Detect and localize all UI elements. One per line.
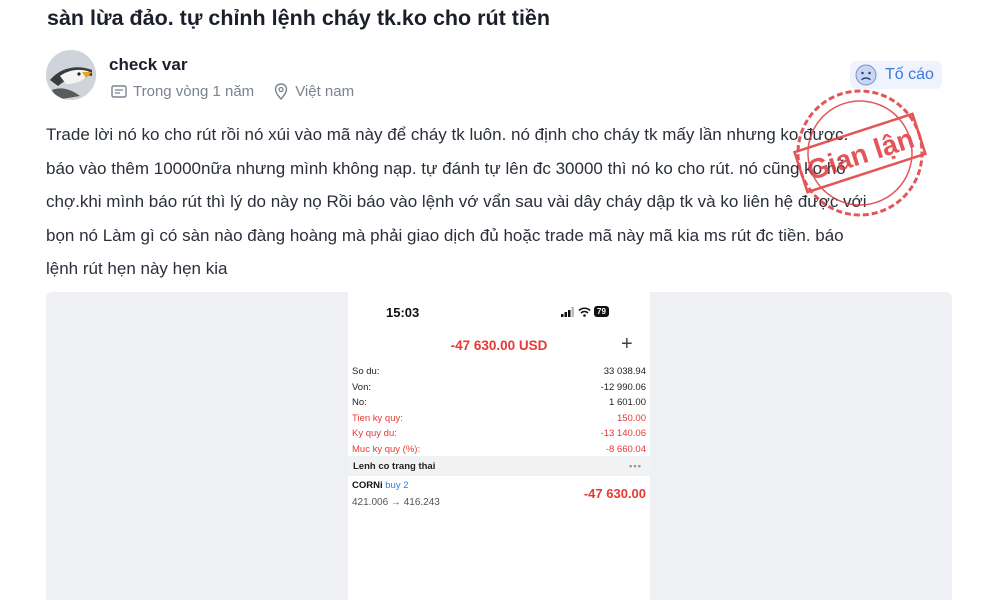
summary-row: Tien ky quy: 150.00 bbox=[352, 412, 646, 424]
account-balance: -47 630.00 USD bbox=[450, 338, 548, 353]
signal-icon bbox=[561, 306, 574, 317]
eagle-avatar-icon bbox=[46, 50, 96, 100]
status-icons: 79 bbox=[561, 306, 609, 317]
wifi-icon bbox=[578, 306, 591, 317]
position-symbol: CORNi buy 2 bbox=[352, 480, 409, 491]
position-profit: -47 630.00 bbox=[583, 486, 646, 501]
summary-row: Von: -12 990.06 bbox=[352, 381, 646, 393]
post-time: Trong vòng 1 năm bbox=[110, 82, 254, 100]
post-time-text: Trong vòng 1 năm bbox=[133, 82, 255, 100]
summary-row: Ky quy du: -13 140.06 bbox=[352, 428, 646, 439]
position-side: buy 2 bbox=[385, 480, 409, 491]
positions-header: Lenh co trang thai ••• bbox=[348, 456, 650, 476]
post-body-line: lệnh rút hẹn này hẹn kia bbox=[46, 259, 228, 278]
post-body-line: bọn nó Làm gì có sàn nào đàng hoàng mà p… bbox=[46, 225, 844, 245]
attached-image[interactable]: 15:03 79 -47 630.00 USD + So du: 33 038.9… bbox=[46, 292, 952, 600]
post-body-line: chợ.khi mình báo rút thì lý do này nọ Rồ… bbox=[46, 192, 867, 211]
battery-icon: 79 bbox=[594, 306, 609, 317]
positions-header-label: Lenh co trang thai bbox=[353, 460, 436, 472]
post-location-text: Việt nam bbox=[295, 82, 355, 100]
plus-icon: + bbox=[621, 333, 633, 355]
summary-row: No: 1 601.00 bbox=[352, 397, 646, 408]
author-name[interactable]: check var bbox=[109, 55, 187, 75]
post-body: Trade lời nó ko cho rút rồi nó xúi vào m… bbox=[46, 118, 926, 286]
post-location: Việt nam bbox=[272, 82, 354, 100]
sad-face-icon bbox=[854, 63, 878, 87]
post-body-line: Trade lời nó ko cho rút rồi nó xúi vào m… bbox=[46, 125, 849, 144]
author-avatar[interactable] bbox=[46, 50, 96, 100]
summary-row: Muc ky quy (%): -8 660.04 bbox=[352, 443, 646, 455]
post-title: sàn lừa đảo. tự chỉnh lệnh cháy tk.ko ch… bbox=[47, 6, 551, 30]
location-pin-icon bbox=[272, 82, 290, 100]
calendar-icon bbox=[110, 82, 128, 100]
position-prices: 421.006 → 416.243 bbox=[352, 497, 440, 508]
more-dots-icon: ••• bbox=[629, 460, 642, 472]
post-body-line: báo vào thêm 10000nữa nhưng mình không n… bbox=[46, 158, 846, 178]
post-meta: Trong vòng 1 năm Việt nam bbox=[110, 82, 372, 100]
position-symbol-name: CORNi bbox=[352, 480, 383, 491]
account-summary: So du: 33 038.94 Von: -12 990.06 No: 1 601.… bbox=[352, 364, 646, 457]
trading-app-screenshot: 15:03 79 -47 630.00 USD + So du: 33 038.9… bbox=[348, 292, 650, 600]
status-time: 15:03 bbox=[386, 305, 420, 320]
summary-row: So du: 33 038.94 bbox=[352, 366, 646, 377]
report-button[interactable]: Tố cáo bbox=[850, 61, 942, 89]
report-label: Tố cáo bbox=[885, 66, 934, 83]
